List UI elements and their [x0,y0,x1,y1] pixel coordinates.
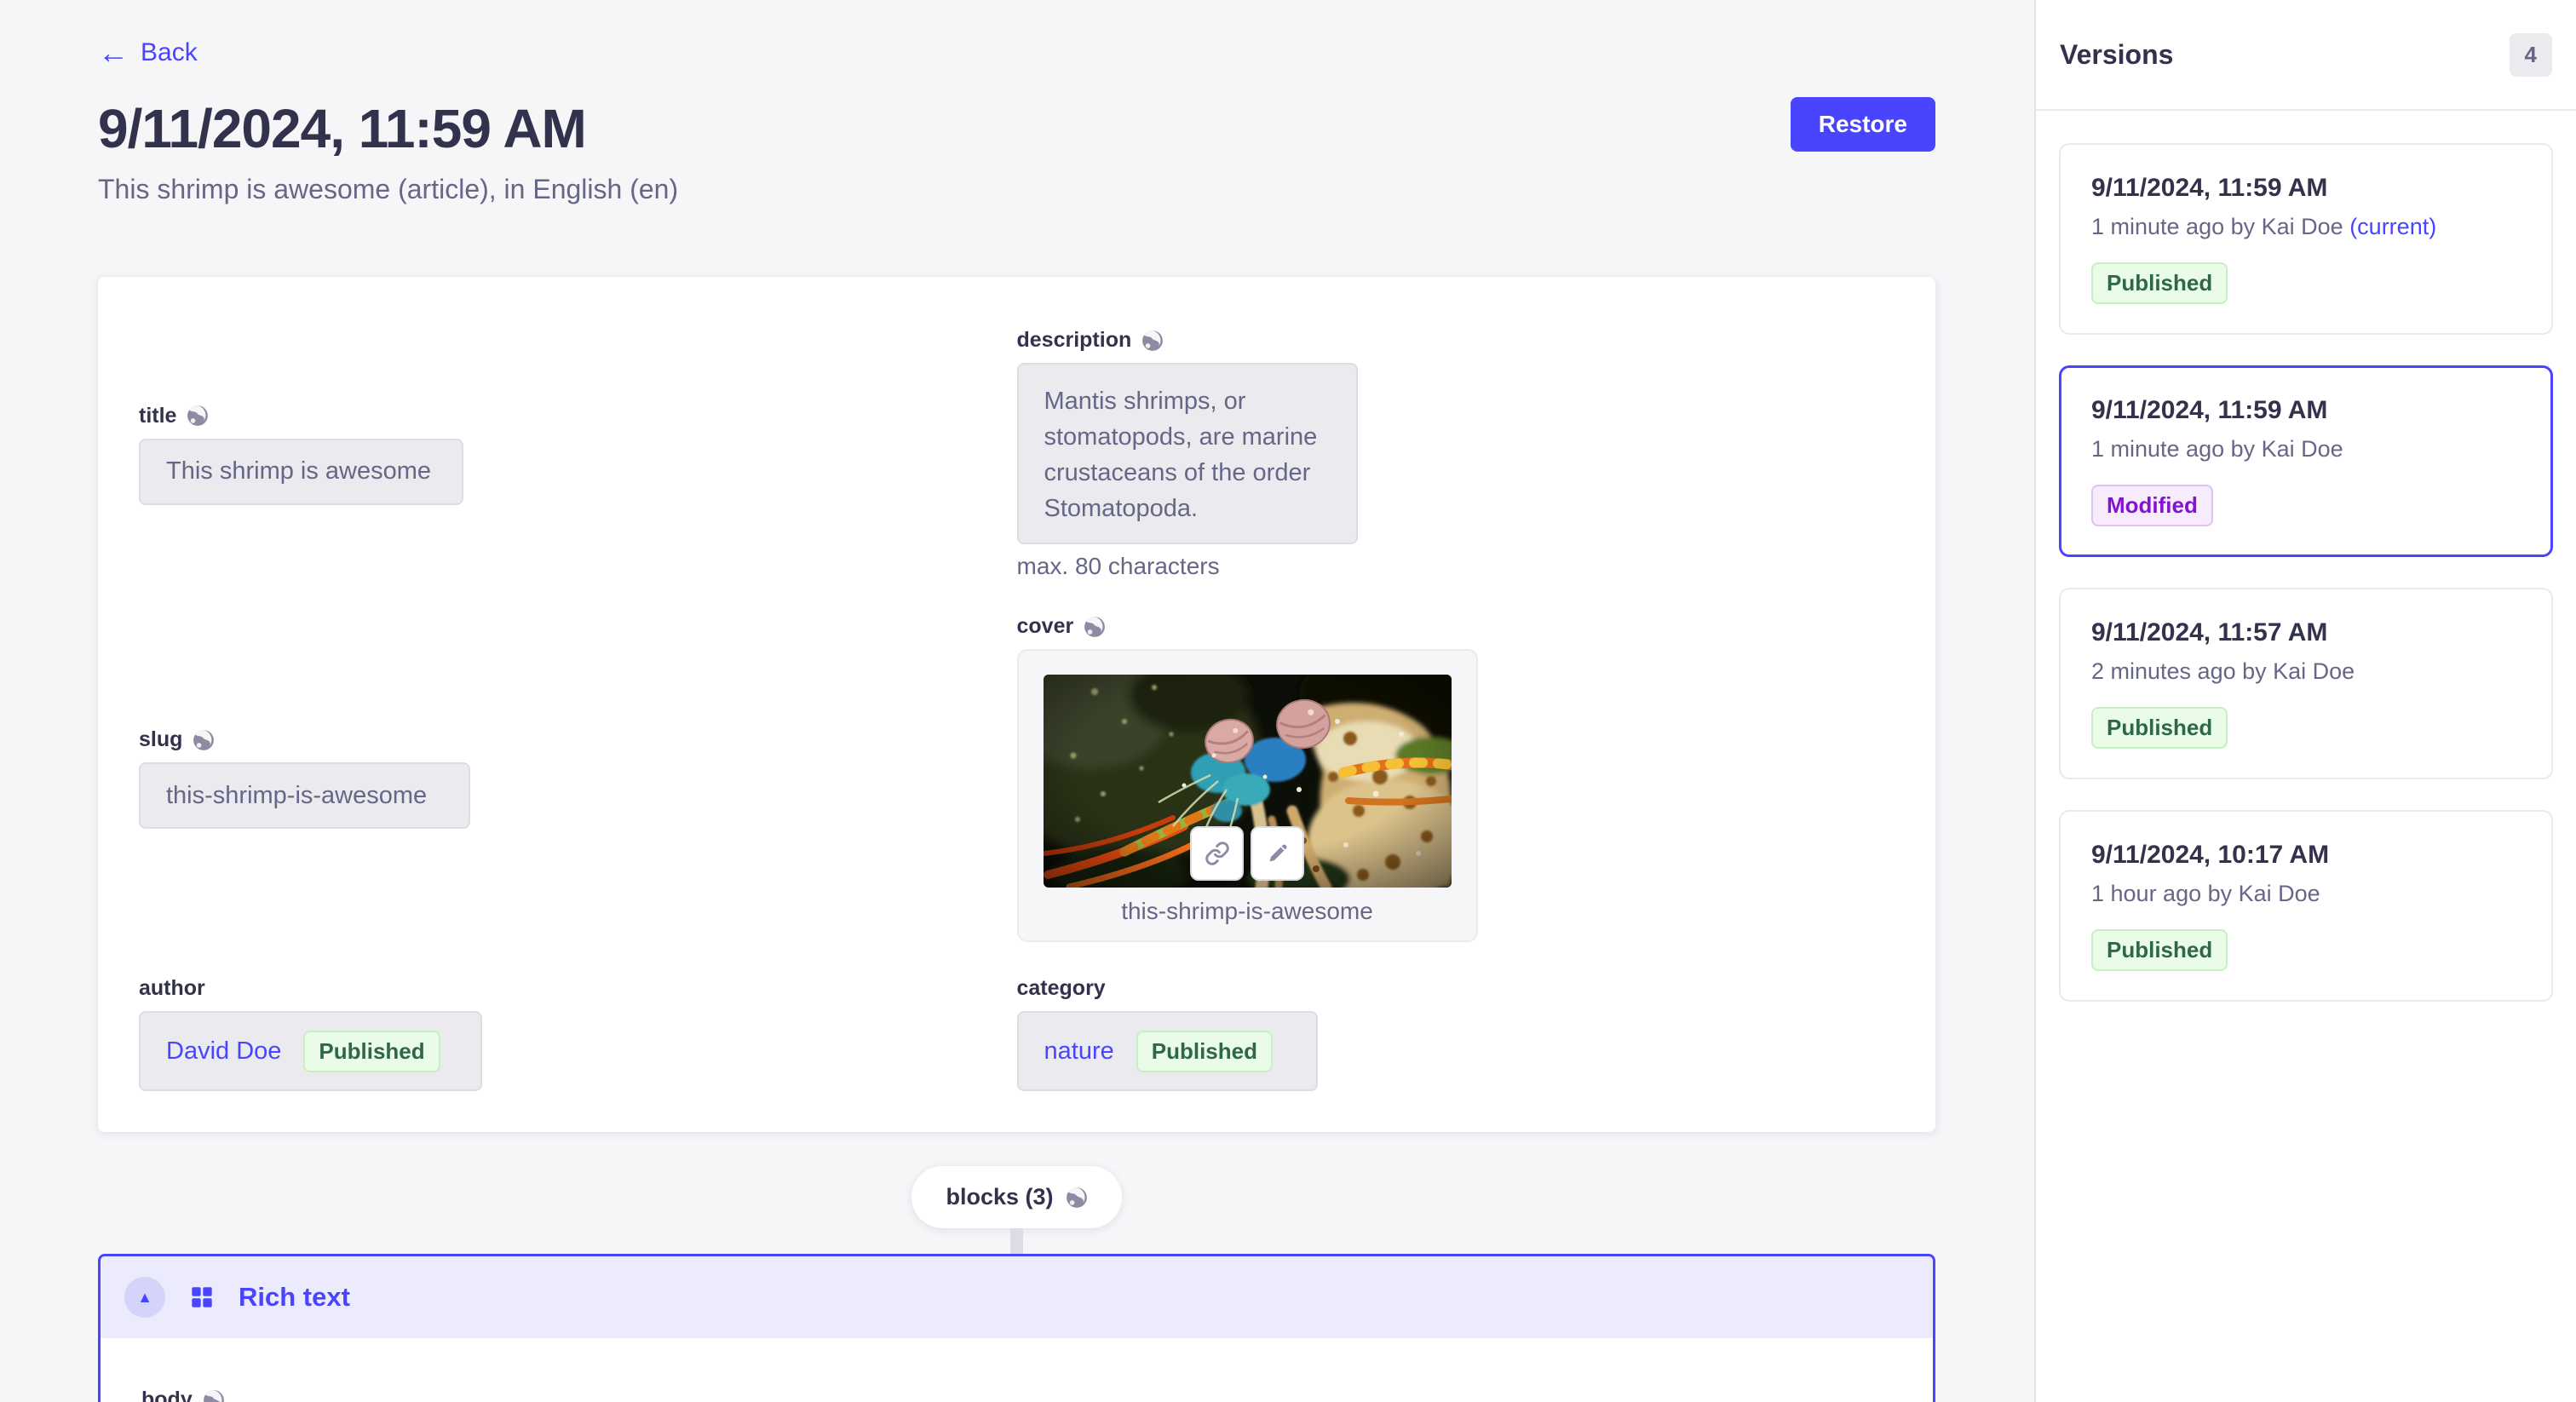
cover-image [1044,675,1452,888]
link-icon [1205,841,1230,866]
cover-caption: this-shrimp-is-awesome [1044,898,1452,925]
category-status-badge: Published [1136,1031,1273,1072]
version-card[interactable]: 9/11/2024, 11:59 AM 1 minute ago by Kai … [2059,365,2553,557]
author-relation-box: David Doe Published [139,1011,482,1091]
versions-list: 9/11/2024, 11:59 AM 1 minute ago by Kai … [2036,111,2576,1034]
field-title: title This shrimp is awesome [139,404,1017,505]
main-content: ← Back 9/11/2024, 11:59 AM This shrimp i… [0,0,2034,1402]
description-label: description [1017,328,1132,353]
version-card[interactable]: 9/11/2024, 10:17 AM 1 hour ago by Kai Do… [2059,810,2553,1002]
version-card[interactable]: 9/11/2024, 11:57 AM 2 minutes ago by Kai… [2059,588,2553,779]
globe-icon [1084,616,1106,638]
versions-count-badge: 4 [2510,33,2552,77]
page-title: 9/11/2024, 11:59 AM [98,97,1935,160]
versions-header: Versions 4 [2036,0,2576,111]
version-meta: 1 minute ago by Kai Doe [2091,436,2521,463]
title-input: This shrimp is awesome [139,439,463,505]
version-meta: 1 hour ago by Kai Doe [2091,881,2521,907]
version-meta-text: 1 minute ago by Kai Doe [2091,214,2349,239]
version-meta: 2 minutes ago by Kai Doe [2091,658,2521,685]
slug-label: slug [139,727,182,752]
version-status-badge: Published [2091,707,2228,749]
author-link[interactable]: David Doe [166,1037,281,1066]
version-date: 9/11/2024, 11:59 AM [2091,396,2521,425]
back-link[interactable]: ← Back [98,37,198,68]
globe-icon [1066,1187,1088,1209]
globe-icon [187,405,209,427]
field-category: category nature Published [1017,976,1895,1091]
version-current-tag: (current) [2349,214,2436,239]
title-label: title [139,404,176,428]
field-cover: cover [1017,614,1895,942]
cover-label: cover [1017,614,1074,639]
cover-actions [1190,826,1304,881]
rich-text-body: body [101,1338,1933,1402]
versions-title: Versions [2060,39,2173,71]
arrow-left-icon: ← [98,37,129,68]
category-link[interactable]: nature [1044,1037,1114,1066]
version-meta: 1 minute ago by Kai Doe (current) [2091,214,2521,240]
field-author: author David Doe Published [139,976,1017,1091]
category-label: category [1017,976,1106,1001]
cover-link-button[interactable] [1190,826,1244,881]
version-status-badge: Published [2091,929,2228,971]
author-status-badge: Published [303,1031,440,1072]
version-date: 9/11/2024, 11:57 AM [2091,618,2521,647]
description-textarea: Mantis shrimps, or stomatopods, are mari… [1017,363,1358,544]
version-card[interactable]: 9/11/2024, 11:59 AM 1 minute ago by Kai … [2059,143,2553,335]
version-meta-text: 1 hour ago by Kai Doe [2091,881,2320,906]
version-date: 9/11/2024, 10:17 AM [2091,841,2521,870]
version-status-badge: Modified [2091,485,2213,526]
body-label: body [141,1388,193,1402]
version-status-badge: Published [2091,262,2228,304]
rich-text-block: ▲ Rich text body [98,1254,1935,1402]
version-preview-card: title This shrimp is awesome description… [98,277,1935,1132]
blocks-pill: blocks (3) [911,1166,1121,1228]
collapse-button[interactable]: ▲ [124,1277,165,1318]
rich-text-header[interactable]: ▲ Rich text [101,1256,1933,1338]
category-relation-box: nature Published [1017,1011,1318,1091]
blocks-section: blocks (3) ▲ Rich text body [98,1166,1935,1402]
cover-edit-button[interactable] [1251,826,1304,881]
slug-input: this-shrimp-is-awesome [139,762,470,829]
description-hint: max. 80 characters [1017,553,1895,580]
caret-up-icon: ▲ [137,1290,152,1305]
blocks-connector [1010,1228,1023,1254]
rich-text-title: Rich text [239,1282,350,1313]
blocks-pill-label: blocks (3) [946,1184,1053,1210]
pencil-icon [1265,841,1291,866]
version-meta-text: 2 minutes ago by Kai Doe [2091,658,2355,684]
author-label: author [139,976,205,1001]
globe-icon [1141,330,1164,352]
field-description: description Mantis shrimps, or stomatopo… [1017,328,1895,580]
page-subtitle: This shrimp is awesome (article), in Eng… [98,174,1935,205]
field-slug: slug this-shrimp-is-awesome [139,727,1017,829]
back-label: Back [141,38,198,67]
versions-panel: Versions 4 9/11/2024, 11:59 AM 1 minute … [2034,0,2576,1402]
version-meta-text: 1 minute ago by Kai Doe [2091,436,2343,462]
globe-icon [203,1389,225,1402]
version-date: 9/11/2024, 11:59 AM [2091,174,2521,203]
globe-icon [193,729,215,751]
restore-button[interactable]: Restore [1791,97,1935,152]
cover-card: this-shrimp-is-awesome [1017,649,1478,942]
grid-blocks-icon [191,1286,213,1308]
